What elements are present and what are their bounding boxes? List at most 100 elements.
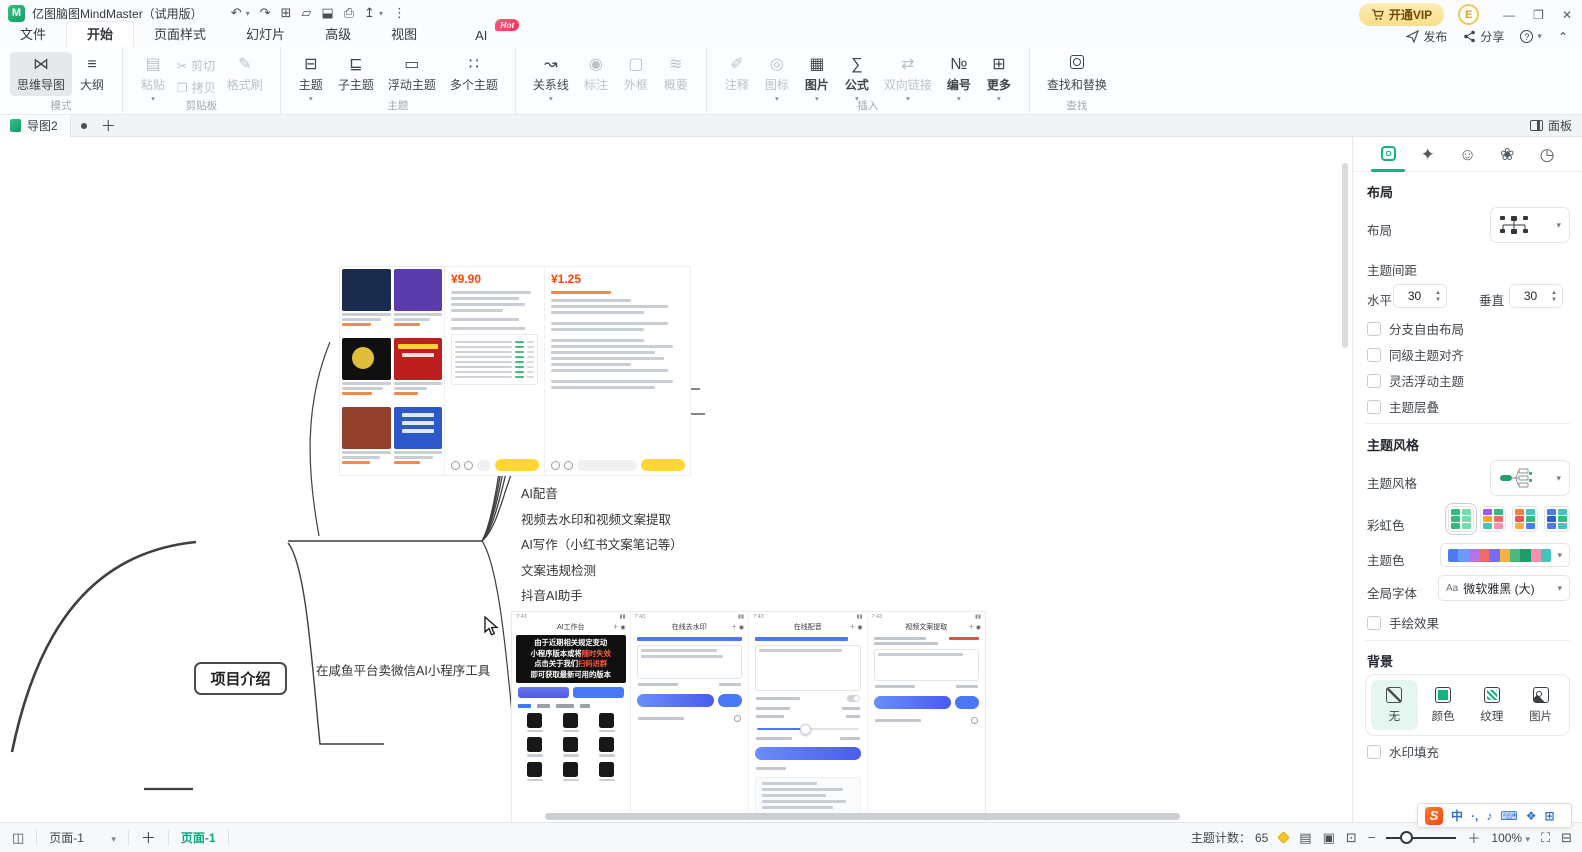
ime-keyboard-icon[interactable]: ⌨: [1500, 809, 1517, 823]
outline-mode-button[interactable]: ≡大纲: [72, 52, 112, 96]
panel-tab-layout[interactable]: [1373, 145, 1403, 171]
fit-screen-icon[interactable]: ⊡: [1346, 830, 1357, 846]
branch-copy-compliance[interactable]: 文案违规检测: [521, 560, 596, 579]
share-button[interactable]: 分享: [1463, 28, 1504, 45]
new-file-icon[interactable]: ⊞: [281, 5, 292, 21]
zoom-in-button[interactable]: ＋: [1467, 828, 1480, 847]
more-commands-icon[interactable]: ⋮: [393, 5, 406, 21]
branch-sell-on-xianyu[interactable]: 在咸鱼平台卖微信AI小程序工具: [316, 660, 482, 679]
ime-chinese-mode-icon[interactable]: 中: [1451, 807, 1463, 824]
copy-button[interactable]: ❐拷贝: [173, 78, 220, 97]
checkbox-watermark-fill[interactable]: 水印填充: [1367, 742, 1439, 761]
page-panel-icon[interactable]: ◫: [12, 830, 24, 846]
tab-ai[interactable]: AI Hot: [455, 26, 507, 47]
callout-button[interactable]: ◉标注: [576, 52, 616, 96]
tab-home[interactable]: 开始: [66, 21, 134, 47]
background-image-option[interactable]: 图片: [1517, 680, 1564, 730]
tab-advanced[interactable]: 高级: [305, 22, 371, 47]
mindmap-mode-button[interactable]: ⋈思维导图: [10, 52, 72, 96]
subtopic-button[interactable]: ⊑子主题: [331, 52, 381, 96]
active-page-tab[interactable]: 页面-1: [181, 829, 216, 846]
branch-watermark-removal[interactable]: 视频去水印和视频文案提取: [521, 509, 671, 528]
help-button[interactable]: ?▾: [1520, 30, 1542, 43]
more-insert-button[interactable]: ⊞更多▾: [979, 52, 1019, 104]
mindmap-canvas[interactable]: ¥9.90 ¥1.25 在咸鱼平台卖微信AI小程序工具 AI配音 视频去水印和视…: [0, 137, 1352, 822]
zoom-slider-knob[interactable]: [1400, 831, 1413, 844]
add-page-button[interactable]: ＋: [141, 827, 156, 848]
tab-file[interactable]: 文件: [0, 22, 66, 47]
embedded-image-listings[interactable]: ¥9.90 ¥1.25: [340, 267, 690, 475]
maximize-button[interactable]: ❐: [1533, 8, 1544, 22]
numbering-button[interactable]: №编号▾: [939, 52, 979, 104]
publish-button[interactable]: 发布: [1406, 28, 1447, 45]
background-color-option[interactable]: 颜色: [1420, 680, 1467, 730]
save-icon[interactable]: ⬓: [321, 5, 333, 21]
zoom-out-button[interactable]: −: [1368, 830, 1376, 845]
checkbox-align-sibling-topics[interactable]: 同级主题对齐: [1367, 345, 1464, 364]
vip-button[interactable]: 开通VIP: [1359, 3, 1444, 26]
fit-frame-icon[interactable]: ▣: [1323, 830, 1335, 846]
format-painter-button[interactable]: ✎格式刷: [220, 52, 270, 96]
formula-button[interactable]: ∑公式▾: [837, 52, 877, 104]
summary-button[interactable]: ≋概要: [656, 52, 696, 96]
paste-button[interactable]: ▤粘贴▾: [133, 52, 173, 104]
rainbow-swatch-2[interactable]: [1480, 506, 1506, 532]
sogou-logo-icon[interactable]: S: [1425, 807, 1443, 825]
background-none-option[interactable]: 无: [1371, 680, 1418, 730]
print-icon[interactable]: ⎙: [344, 5, 354, 21]
rainbow-swatch-3[interactable]: [1512, 506, 1538, 532]
rainbow-swatch-4[interactable]: [1544, 506, 1570, 532]
fullscreen-icon[interactable]: ⛶: [1541, 830, 1550, 846]
tab-page-style[interactable]: 页面样式: [134, 22, 226, 47]
branch-ai-writing[interactable]: AI写作（小红书文案笔记等）: [521, 534, 683, 553]
tab-slides[interactable]: 幻灯片: [226, 22, 305, 47]
ime-punctuation-icon[interactable]: ·,: [1471, 809, 1478, 823]
embedded-image-phone-screenshots[interactable]: 7:43▮▮ AI工作台＋ ◉ 由于近期相关规定变动 小程序版本或将随时失效 点…: [512, 612, 985, 822]
floating-topic-button[interactable]: ▭浮动主题: [381, 52, 443, 96]
checkbox-flexible-floating-topic[interactable]: 灵活浮动主题: [1367, 371, 1464, 390]
branch-ai-dubbing[interactable]: AI配音: [521, 483, 558, 502]
panel-tab-sticker[interactable]: ☺: [1453, 145, 1483, 171]
background-texture-option[interactable]: 纹理: [1469, 680, 1516, 730]
rainbow-swatch-1[interactable]: [1448, 506, 1474, 532]
panel-tab-beautify[interactable]: ✦: [1413, 145, 1443, 171]
tab-view[interactable]: 视图: [371, 22, 437, 47]
panel-tab-style[interactable]: ❀: [1492, 145, 1522, 171]
picture-button[interactable]: ▦图片▾: [797, 52, 837, 104]
layout-dropdown[interactable]: ▾: [1490, 207, 1570, 243]
new-document-tab-button[interactable]: ＋: [101, 115, 116, 136]
close-button[interactable]: ✕: [1562, 8, 1572, 22]
export-dropdown-icon[interactable]: ▾: [379, 9, 383, 18]
zoom-slider[interactable]: [1386, 837, 1456, 839]
document-tab[interactable]: 导图2: [0, 115, 71, 137]
find-replace-button[interactable]: 查找和替换: [1040, 52, 1114, 96]
page-selector[interactable]: 页面-1 ▾: [49, 829, 116, 846]
vertical-spacing-stepper[interactable]: 30▲▼: [1509, 284, 1563, 308]
ime-toolbox-icon[interactable]: ⊞: [1544, 809, 1554, 823]
checkbox-hand-drawn[interactable]: 手绘效果: [1367, 613, 1439, 632]
multiple-topics-button[interactable]: ∷多个主题: [443, 52, 505, 96]
topic-button[interactable]: ⊟主题▾: [291, 52, 331, 104]
panel-toggle-button[interactable]: 面板: [1530, 117, 1572, 134]
relationship-button[interactable]: ↝关系线▾: [526, 52, 576, 104]
ime-voice-icon[interactable]: ♪: [1486, 809, 1492, 823]
ime-skin-icon[interactable]: ❖: [1526, 809, 1537, 823]
cut-button[interactable]: ✂剪切: [173, 56, 220, 75]
minimize-button[interactable]: —: [1503, 8, 1515, 22]
theme-style-dropdown[interactable]: ▾: [1490, 460, 1570, 496]
undo-icon[interactable]: ↶: [231, 5, 242, 21]
collapse-statusbar-icon[interactable]: ⊟: [1561, 830, 1572, 846]
branch-douyin-ai[interactable]: 抖音AI助手: [521, 585, 583, 604]
zoom-level[interactable]: 100% ▾: [1491, 831, 1530, 845]
canvas-horizontal-scrollbar[interactable]: [545, 813, 1180, 820]
export-icon[interactable]: ↥: [364, 5, 375, 21]
panel-tab-history[interactable]: ◷: [1532, 145, 1562, 171]
node-project-intro[interactable]: 项目介绍: [194, 662, 287, 695]
collapse-ribbon-button[interactable]: ⌃: [1558, 30, 1568, 44]
checkbox-free-branch-layout[interactable]: 分支自由布局: [1367, 319, 1464, 338]
icon-marker-button[interactable]: ◎图标▾: [757, 52, 797, 104]
boundary-button[interactable]: ▢外框: [616, 52, 656, 96]
redo-icon[interactable]: ↷: [260, 5, 271, 21]
pages-view-icon[interactable]: ▤: [1299, 830, 1311, 846]
horizontal-spacing-stepper[interactable]: 30▲▼: [1393, 284, 1447, 308]
